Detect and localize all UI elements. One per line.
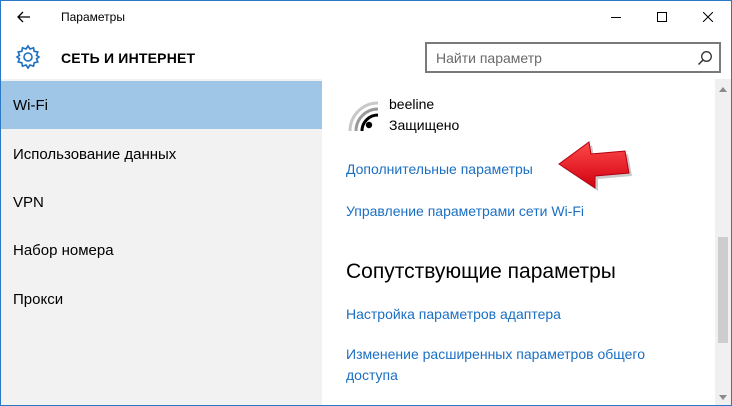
- page-header: СЕТЬ И ИНТЕРНЕТ: [1, 33, 731, 79]
- adapter-settings-link[interactable]: Настройка параметров адаптера: [346, 304, 706, 325]
- chevron-up-icon: [719, 86, 727, 92]
- scroll-thumb[interactable]: [718, 237, 728, 343]
- maximize-button[interactable]: [639, 1, 685, 33]
- close-button[interactable]: [685, 1, 731, 33]
- chevron-down-icon: [719, 394, 727, 400]
- related-settings-heading: Сопутствующие параметры: [346, 260, 616, 283]
- sidebar-item-wifi[interactable]: Wi-Fi: [1, 81, 322, 129]
- back-button[interactable]: [9, 5, 39, 29]
- minimize-icon: [611, 17, 621, 18]
- settings-window: Параметры СЕТЬ И ИНТЕРНЕТ Найти параметр…: [0, 0, 732, 406]
- search-input[interactable]: [427, 44, 687, 71]
- title-bar: Параметры: [1, 1, 731, 33]
- scroll-up-button[interactable]: [715, 83, 731, 95]
- maximize-icon: [657, 12, 667, 22]
- red-arrow-icon: [558, 141, 632, 191]
- sidebar-item-data-usage[interactable]: Использование данных: [1, 130, 322, 178]
- sharing-settings-link[interactable]: Изменение расширенных параметров общего …: [346, 344, 691, 386]
- sidebar-item-proxy[interactable]: Прокси: [1, 275, 322, 323]
- sidebar-item-label: VPN: [13, 193, 44, 211]
- close-icon: [703, 12, 713, 22]
- advanced-settings-link[interactable]: Дополнительные параметры: [346, 159, 706, 180]
- wifi-icon: [348, 101, 379, 132]
- sidebar-item-label: Wi-Fi: [13, 96, 48, 114]
- manage-wifi-link[interactable]: Управление параметрами сети Wi-Fi: [346, 201, 706, 222]
- sidebar: Wi-Fi Использование данных VPN Набор ном…: [1, 79, 322, 405]
- search-icon[interactable]: [697, 50, 713, 66]
- search-box[interactable]: [425, 42, 721, 73]
- sidebar-item-label: Набор номера: [13, 241, 114, 259]
- main-content: beeline Защищено Дополнительные параметр…: [322, 79, 719, 405]
- gear-icon: [15, 44, 41, 70]
- sidebar-item-vpn[interactable]: VPN: [1, 178, 322, 226]
- sidebar-item-label: Использование данных: [13, 145, 177, 163]
- back-arrow-icon: [17, 11, 30, 23]
- window-title: Параметры: [61, 10, 125, 24]
- network-name: beeline: [389, 96, 435, 112]
- page-title: СЕТЬ И ИНТЕРНЕТ: [61, 50, 196, 66]
- network-status: Защищено: [389, 117, 460, 133]
- sidebar-item-dialup[interactable]: Набор номера: [1, 226, 322, 274]
- scroll-down-button[interactable]: [715, 391, 731, 403]
- scrollbar[interactable]: [715, 79, 731, 405]
- sidebar-item-label: Прокси: [13, 290, 64, 308]
- minimize-button[interactable]: [593, 1, 639, 33]
